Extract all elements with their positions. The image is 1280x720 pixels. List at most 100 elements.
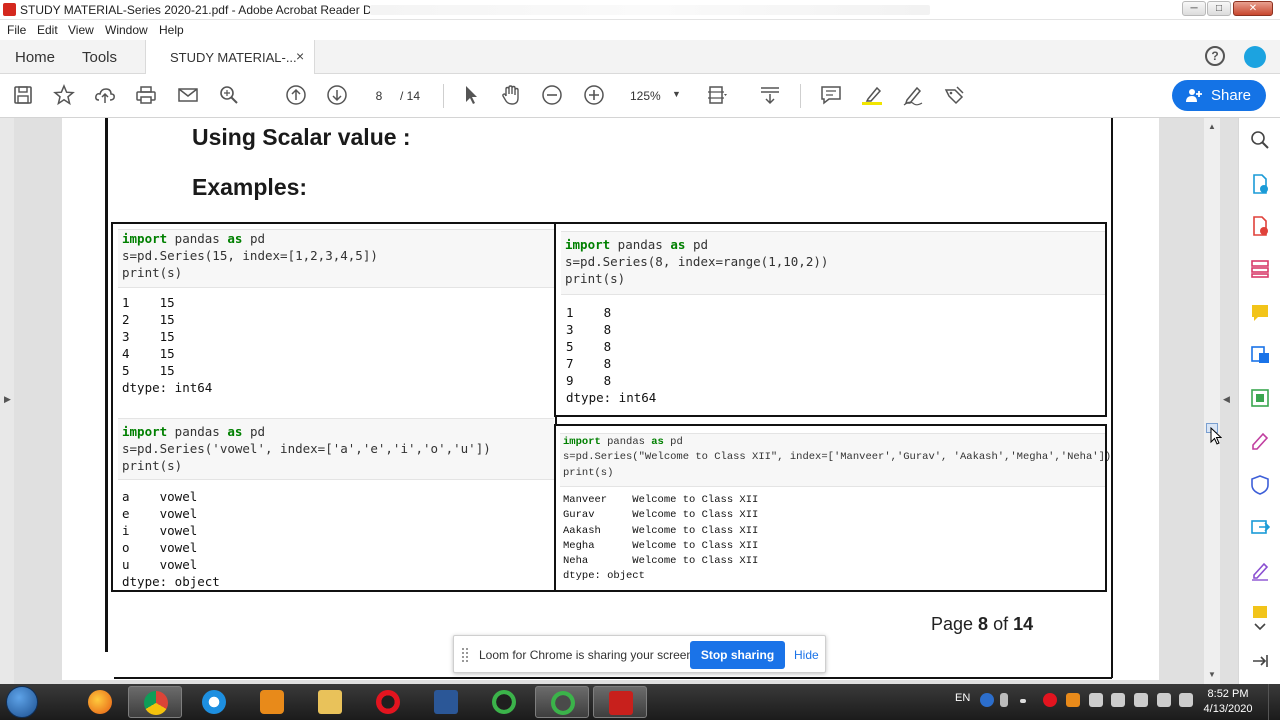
search-zoom-icon[interactable] bbox=[1250, 130, 1270, 150]
next-page-icon[interactable] bbox=[326, 84, 348, 106]
comment-icon[interactable] bbox=[820, 84, 842, 106]
print-icon[interactable] bbox=[135, 84, 157, 106]
tray-app-icon[interactable] bbox=[1066, 693, 1080, 707]
heading-examples: Examples: bbox=[192, 174, 308, 200]
network-icon[interactable] bbox=[1157, 693, 1171, 707]
comment-tool-icon[interactable] bbox=[1250, 303, 1270, 323]
scroll-mode-icon[interactable] bbox=[759, 84, 781, 106]
highlight-pen-icon[interactable] bbox=[861, 84, 883, 106]
page-number-input[interactable]: 8 bbox=[362, 86, 396, 106]
left-panel-toggle[interactable]: ▶ bbox=[0, 118, 14, 684]
zoom-level[interactable]: 125% bbox=[630, 89, 661, 103]
menu-view[interactable]: View bbox=[68, 23, 94, 37]
panel-scroll-down-icon[interactable] bbox=[1250, 616, 1270, 636]
action-center-icon[interactable] bbox=[1179, 693, 1193, 707]
bookmark-star-icon[interactable] bbox=[53, 84, 75, 106]
scroll-down-icon[interactable]: ▼ bbox=[1208, 670, 1216, 679]
window-titlebar: STUDY MATERIAL-Series 2020-21.pdf - Adob… bbox=[0, 0, 1280, 20]
menu-bar: File Edit View Window Help bbox=[0, 20, 1280, 40]
send-review-icon[interactable] bbox=[1250, 517, 1271, 537]
firefox-icon bbox=[88, 690, 112, 714]
zoom-dropdown-icon[interactable]: ▼ bbox=[672, 89, 681, 99]
start-button-icon[interactable] bbox=[6, 686, 38, 718]
create-pdf-icon[interactable] bbox=[1250, 216, 1270, 236]
menu-window[interactable]: Window bbox=[105, 23, 148, 37]
opera-tray-icon[interactable] bbox=[1043, 693, 1057, 707]
scroll-up-icon[interactable]: ▲ bbox=[1208, 122, 1216, 131]
heading-scalar-value: Using Scalar value : bbox=[192, 124, 411, 150]
help-icon[interactable]: ? bbox=[1205, 46, 1225, 66]
close-window-button[interactable]: ✕ bbox=[1233, 1, 1273, 16]
tab-tools[interactable]: Tools bbox=[82, 49, 117, 66]
tab-document-label: STUDY MATERIAL-... bbox=[170, 50, 297, 65]
page-bottom-border bbox=[114, 677, 1112, 679]
draw-sign-icon[interactable] bbox=[902, 84, 924, 106]
fill-sign-icon[interactable] bbox=[943, 84, 965, 106]
maximize-button[interactable]: □ bbox=[1207, 1, 1231, 16]
taskbar-opera[interactable] bbox=[361, 686, 415, 718]
email-icon[interactable] bbox=[177, 84, 199, 106]
acrobat-app-icon bbox=[3, 3, 16, 16]
hand-tool-icon[interactable] bbox=[500, 84, 522, 106]
language-indicator[interactable]: EN bbox=[955, 692, 970, 704]
menu-help[interactable]: Help bbox=[159, 23, 184, 37]
taskbar-chrome[interactable] bbox=[128, 686, 182, 718]
account-icon[interactable] bbox=[1244, 46, 1266, 68]
taskbar-file-explorer[interactable] bbox=[303, 686, 357, 718]
minimize-button[interactable]: ─ bbox=[1182, 1, 1206, 16]
vertical-scrollbar[interactable]: ▲ ▼ bbox=[1204, 118, 1220, 684]
add-user-icon bbox=[1186, 89, 1202, 102]
tab-home[interactable]: Home bbox=[15, 49, 55, 66]
previous-page-icon[interactable] bbox=[285, 84, 307, 106]
loading-ring-icon bbox=[492, 690, 516, 714]
window-title: STUDY MATERIAL-Series 2020-21.pdf - Adob… bbox=[20, 3, 381, 17]
taskbar-loom-1[interactable] bbox=[477, 686, 531, 718]
windows-taskbar bbox=[0, 684, 1280, 720]
signature-tool-icon[interactable] bbox=[1250, 561, 1270, 581]
organize-pages-icon[interactable] bbox=[1250, 259, 1270, 279]
zoom-in-icon[interactable] bbox=[583, 84, 605, 106]
acrobat-icon bbox=[609, 691, 633, 715]
taskbar-word[interactable] bbox=[419, 686, 473, 718]
stop-sharing-button[interactable]: Stop sharing bbox=[690, 641, 785, 669]
page-left-border bbox=[105, 118, 108, 652]
tray-settings-icon[interactable] bbox=[1134, 693, 1148, 707]
search-icon[interactable] bbox=[218, 84, 240, 106]
zoom-out-icon[interactable] bbox=[541, 84, 563, 106]
menu-file[interactable]: File bbox=[7, 23, 26, 37]
taskbar-firefox[interactable] bbox=[73, 686, 127, 718]
save-icon[interactable] bbox=[12, 84, 34, 106]
taskbar-clock[interactable]: 8:52 PM 4/13/2020 bbox=[1198, 687, 1258, 717]
taskbar-loom-2[interactable] bbox=[535, 686, 589, 718]
cloud-upload-icon[interactable] bbox=[94, 84, 116, 106]
tray-pen-icon[interactable] bbox=[1111, 693, 1125, 707]
show-desktop-button[interactable] bbox=[1268, 684, 1280, 720]
hide-notification-link[interactable]: Hide bbox=[794, 648, 819, 662]
volume-icon[interactable] bbox=[1089, 693, 1103, 707]
taskbar-media-player[interactable] bbox=[245, 686, 299, 718]
protect-shield-icon[interactable] bbox=[1250, 475, 1270, 495]
fit-page-icon[interactable] bbox=[706, 84, 728, 106]
help-tray-icon[interactable] bbox=[980, 693, 994, 707]
edit-pdf-icon[interactable] bbox=[1250, 345, 1270, 365]
close-tab-icon[interactable]: × bbox=[296, 48, 304, 64]
export-pdf-icon[interactable] bbox=[1250, 174, 1270, 194]
fill-sign-tool-icon[interactable] bbox=[1250, 431, 1270, 451]
taskbar-internet-explorer[interactable] bbox=[187, 686, 241, 718]
code-block-1: import pandas as pd s=pd.Series(15, inde… bbox=[122, 231, 378, 280]
opera-icon bbox=[376, 690, 400, 714]
scan-ocr-icon[interactable] bbox=[1250, 388, 1270, 408]
select-cursor-icon[interactable] bbox=[460, 84, 482, 106]
taskbar-acrobat[interactable] bbox=[593, 686, 647, 718]
collapse-right-panel-icon[interactable]: ◀ bbox=[1223, 394, 1230, 405]
drag-handle-icon[interactable] bbox=[462, 648, 468, 662]
loading-ring-icon bbox=[551, 691, 575, 715]
tab-bar: Home Tools STUDY MATERIAL-... × bbox=[0, 40, 1280, 74]
tab-document[interactable]: STUDY MATERIAL-... × bbox=[145, 40, 315, 74]
menu-edit[interactable]: Edit bbox=[37, 23, 58, 37]
collapse-tools-icon[interactable] bbox=[1250, 651, 1270, 671]
output-block-1: 1 15 2 15 3 15 4 15 5 15 dtype: int64 bbox=[122, 295, 213, 395]
share-button[interactable]: Share bbox=[1172, 80, 1266, 111]
tray-dot-icon[interactable] bbox=[1020, 699, 1026, 703]
microphone-icon[interactable] bbox=[1000, 693, 1008, 707]
